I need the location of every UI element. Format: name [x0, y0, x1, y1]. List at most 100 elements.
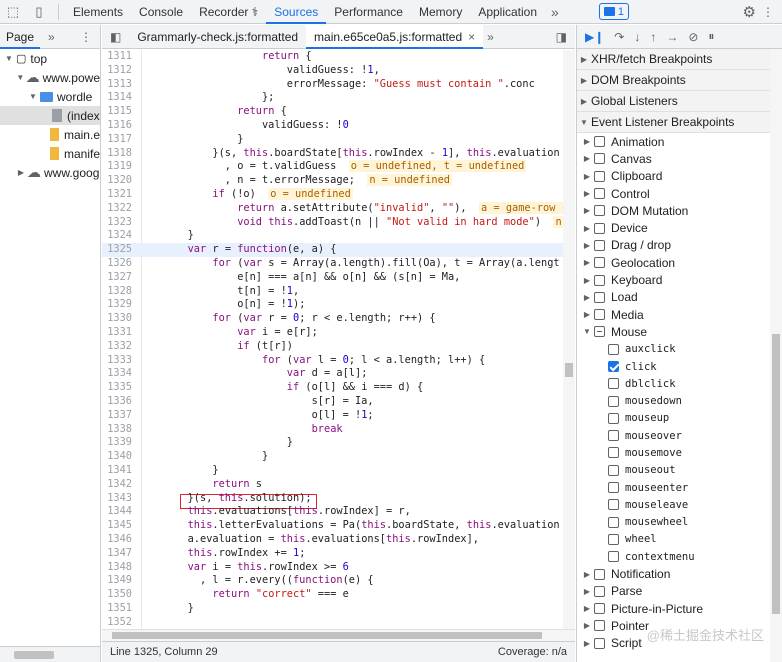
line-number[interactable]: 1328 [102, 285, 138, 299]
event-category[interactable]: ▶ Notification [577, 565, 782, 582]
line-number[interactable]: 1311 [102, 50, 138, 64]
line-number[interactable]: 1339 [102, 436, 138, 450]
event-item-dblclick[interactable]: dblclick [577, 375, 782, 392]
line-number[interactable]: 1345 [102, 519, 138, 533]
step-over-icon[interactable]: ↷ [614, 30, 624, 44]
line-number[interactable]: 1324 [102, 229, 138, 243]
checkbox[interactable] [594, 136, 605, 148]
navigator-scrollbar[interactable] [0, 646, 100, 662]
checkbox[interactable] [608, 551, 619, 563]
line-number[interactable]: 1332 [102, 340, 138, 354]
checkbox[interactable] [608, 343, 619, 355]
section-dom-breakpoints[interactable]: ▶ DOM Breakpoints [577, 70, 782, 91]
checkbox[interactable] [594, 291, 605, 303]
line-number[interactable]: 1316 [102, 119, 138, 133]
event-category[interactable]: ▶ Parse [577, 583, 782, 600]
navigator-more-button[interactable]: » [40, 30, 63, 44]
line-number[interactable]: 1329 [102, 298, 138, 312]
more-tabs-button[interactable]: » [545, 4, 565, 20]
checkbox[interactable] [594, 188, 605, 200]
checkbox[interactable] [594, 585, 605, 597]
tree-item[interactable]: (index [0, 106, 100, 125]
line-number[interactable]: 1320 [102, 174, 138, 188]
tree-item[interactable]: ▶ ☁ www.goog [0, 163, 100, 182]
inspect-element-icon[interactable]: ⬚ [0, 0, 26, 24]
customize-menu-icon[interactable]: ⋮ [762, 5, 774, 19]
event-category[interactable]: ▶ Keyboard [577, 271, 782, 288]
event-category[interactable]: ▼ Mouse [577, 323, 782, 340]
event-item-mouseover[interactable]: mouseover [577, 427, 782, 444]
event-category[interactable]: ▶ Control [577, 185, 782, 202]
event-item-mousewheel[interactable]: mousewheel [577, 514, 782, 531]
line-number[interactable]: 1346 [102, 533, 138, 547]
tab-console[interactable]: Console [131, 0, 191, 24]
line-number[interactable]: 1347 [102, 547, 138, 561]
tab-memory[interactable]: Memory [411, 0, 470, 24]
checkbox[interactable] [608, 430, 619, 442]
line-number[interactable]: 1342 [102, 478, 138, 492]
resume-icon[interactable]: ▶❙ [585, 30, 604, 44]
line-number[interactable]: 1350 [102, 588, 138, 602]
event-category[interactable]: ▶ Geolocation [577, 254, 782, 271]
deactivate-breakpoints-icon[interactable]: ⊘ [688, 30, 698, 44]
line-number[interactable]: 1315 [102, 105, 138, 119]
tree-item[interactable]: ▼ ▢ top [0, 49, 100, 68]
event-item-auxclick[interactable]: auxclick [577, 341, 782, 358]
checkbox[interactable] [608, 464, 619, 476]
line-number[interactable]: 1330 [102, 312, 138, 326]
scrollbar-thumb[interactable] [14, 651, 54, 659]
event-category[interactable]: ▶ Device [577, 219, 782, 236]
line-number[interactable]: 1323 [102, 216, 138, 230]
event-category[interactable]: ▶ Canvas [577, 150, 782, 167]
line-number[interactable]: 1322 [102, 202, 138, 216]
event-category[interactable]: ▶ Animation [577, 133, 782, 150]
editor-tab[interactable]: main.e65ce0a5.js:formatted × [306, 24, 484, 49]
tree-expand-icon[interactable]: ▼ [28, 92, 38, 101]
checkbox[interactable] [594, 568, 605, 580]
code-area[interactable]: 1311 return {1312 validGuess: !1, 1313 er… [102, 50, 575, 641]
event-category[interactable]: ▶ Media [577, 306, 782, 323]
step-into-icon[interactable]: ↓ [634, 30, 640, 44]
checkbox[interactable] [594, 326, 605, 338]
scrollbar-thumb[interactable] [112, 632, 542, 639]
line-number[interactable]: 1327 [102, 271, 138, 285]
event-item-mousemove[interactable]: mousemove [577, 444, 782, 461]
checkbox[interactable] [594, 274, 605, 286]
line-number[interactable]: 1326 [102, 257, 138, 271]
event-item-wheel[interactable]: wheel [577, 531, 782, 548]
debugger-scrollbar[interactable] [770, 49, 782, 662]
checkbox[interactable] [608, 361, 619, 372]
line-number[interactable]: 1337 [102, 409, 138, 423]
line-number[interactable]: 1314 [102, 91, 138, 105]
checkbox[interactable] [594, 153, 605, 165]
close-tab-icon[interactable]: × [468, 30, 475, 44]
line-number[interactable]: 1333 [102, 354, 138, 368]
tree-item[interactable]: ▼ wordle [0, 87, 100, 106]
checkbox[interactable] [594, 603, 605, 615]
checkbox[interactable] [608, 447, 619, 459]
checkbox[interactable] [608, 516, 619, 528]
checkbox[interactable] [608, 482, 619, 494]
line-number[interactable]: 1318 [102, 147, 138, 161]
line-number[interactable]: 1349 [102, 574, 138, 588]
event-item-mouseout[interactable]: mouseout [577, 462, 782, 479]
checkbox[interactable] [594, 239, 605, 251]
line-number[interactable]: 1338 [102, 423, 138, 437]
checkbox[interactable] [594, 170, 605, 182]
event-item-mouseenter[interactable]: mouseenter [577, 479, 782, 496]
checkbox[interactable] [608, 378, 619, 390]
line-number[interactable]: 1336 [102, 395, 138, 409]
settings-gear-icon[interactable]: ⚙ [743, 3, 756, 21]
checkbox[interactable] [594, 222, 605, 234]
tree-expand-icon[interactable]: ▼ [4, 54, 14, 63]
line-number[interactable]: 1341 [102, 464, 138, 478]
step-out-icon[interactable]: ↑ [650, 30, 656, 44]
event-item-click[interactable]: click [577, 358, 782, 375]
editor-tab[interactable]: Grammarly-check.js:formatted [129, 25, 306, 49]
event-category[interactable]: ▶ DOM Mutation [577, 202, 782, 219]
checkbox[interactable] [608, 412, 619, 424]
scrollbar-thumb[interactable] [565, 363, 573, 377]
checkbox[interactable] [594, 620, 605, 632]
event-item-mouseleave[interactable]: mouseleave [577, 496, 782, 513]
section-event-listener-breakpoints[interactable]: ▼ Event Listener Breakpoints [577, 112, 782, 133]
